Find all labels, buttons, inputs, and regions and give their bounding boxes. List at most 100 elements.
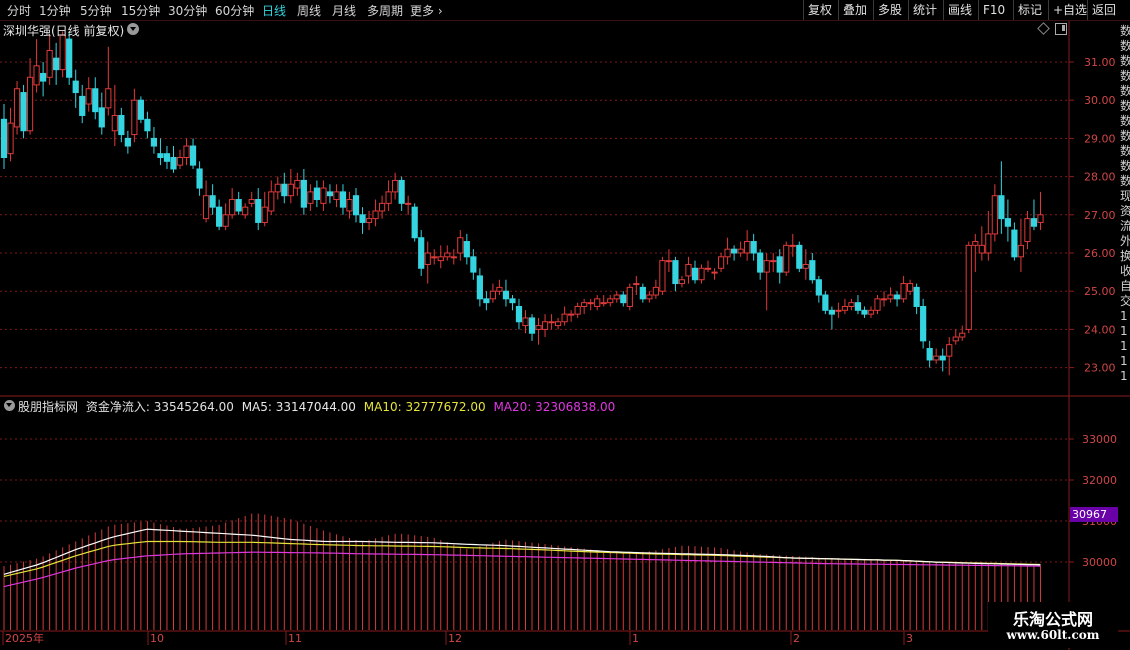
- candle-body: [496, 286, 503, 292]
- right-strip-char: 数: [1120, 114, 1130, 128]
- candle-body: [600, 302, 607, 305]
- candle-body: [874, 298, 881, 311]
- right-strip-char: 数: [1120, 129, 1130, 143]
- dropdown-icon[interactable]: [127, 23, 139, 35]
- candle-body: [933, 355, 940, 361]
- price-tick-label: 31.00: [1084, 56, 1116, 69]
- stock-title: 深圳华强(日线 前复权): [3, 24, 125, 38]
- candle-body: [1017, 244, 1025, 258]
- indicator-dropdown-icon[interactable]: [4, 400, 15, 411]
- candle-body: [405, 202, 412, 205]
- f10-button[interactable]: F10: [978, 0, 1009, 20]
- mark-button[interactable]: 标记: [1013, 0, 1046, 20]
- overlay-button[interactable]: 叠加: [838, 0, 871, 20]
- price-tick-label: 23.00: [1084, 362, 1116, 375]
- candle-body: [287, 183, 294, 197]
- date-label: 11: [288, 632, 302, 645]
- candle-body: [541, 321, 549, 330]
- candle-body: [85, 88, 92, 105]
- candle-body: [1004, 218, 1011, 227]
- tab-30min[interactable]: 30分钟: [168, 2, 207, 19]
- candle-body: [300, 179, 307, 208]
- candle-body: [242, 206, 249, 216]
- back-button[interactable]: 返回: [1087, 0, 1120, 20]
- candle-body: [437, 256, 444, 262]
- candle-body: [828, 309, 835, 315]
- candle-body: [581, 302, 588, 307]
- multi-stock-button[interactable]: 多股: [873, 0, 906, 20]
- candle-body: [313, 187, 320, 201]
- add-watchlist-button[interactable]: +自选: [1048, 0, 1091, 20]
- candle-body: [20, 92, 27, 132]
- candle-body: [365, 218, 373, 223]
- candle-body: [978, 244, 985, 254]
- candle-body: [959, 332, 966, 338]
- draw-line-button[interactable]: 画线: [943, 0, 976, 20]
- tab-multi-period[interactable]: 多周期: [367, 2, 403, 19]
- tab-5min[interactable]: 5分钟: [80, 2, 112, 19]
- price-tick-label: 28.00: [1084, 171, 1116, 184]
- statistics-button[interactable]: 统计: [908, 0, 941, 20]
- indicator-name[interactable]: 股朋指标网: [18, 400, 78, 414]
- candle-body: [418, 237, 425, 269]
- candle-body: [392, 179, 399, 193]
- candle-body: [587, 302, 594, 305]
- indicator-header: 股朋指标网 资金净流入: 33545264.00 MA5: 33147044.0…: [18, 398, 619, 415]
- candle-body: [561, 313, 568, 323]
- tab-15min[interactable]: 15分钟: [121, 2, 160, 19]
- candle-body: [13, 88, 21, 128]
- tab-60min[interactable]: 60分钟: [215, 2, 254, 19]
- date-label: 1: [632, 632, 639, 645]
- candle-body: [717, 256, 725, 269]
- tab-monthly[interactable]: 月线: [332, 2, 356, 19]
- candle-body: [359, 214, 366, 223]
- tab-intraday[interactable]: 分时: [7, 2, 31, 19]
- right-strip-char: 1: [1120, 309, 1128, 323]
- adjust-button[interactable]: 复权: [803, 0, 836, 20]
- candle-body: [724, 248, 731, 258]
- candle-body: [59, 34, 66, 71]
- candle-body: [594, 298, 601, 307]
- candle-body: [672, 260, 679, 285]
- candle-body: [489, 290, 497, 300]
- right-strip-char: 现: [1120, 189, 1130, 203]
- candle-body: [326, 191, 334, 197]
- tab-daily[interactable]: 日线: [262, 2, 286, 19]
- candle-body: [731, 248, 738, 254]
- candle-body: [835, 309, 842, 312]
- right-strip-char: 1: [1120, 369, 1128, 383]
- candle-body: [548, 321, 555, 324]
- indicator-tick-label: 30000: [1082, 556, 1117, 569]
- candle-body: [822, 294, 829, 311]
- candle-body: [698, 267, 705, 281]
- candle-body: [854, 302, 862, 311]
- candle-body: [737, 248, 744, 254]
- candle-body: [509, 298, 516, 304]
- layout-icon[interactable]: [1055, 23, 1067, 35]
- right-strip-char: 交: [1120, 294, 1130, 308]
- net-inflow-label: 资金净流入: 33545264.00: [85, 400, 234, 414]
- tab-weekly[interactable]: 周线: [297, 2, 321, 19]
- right-strip-char: 数: [1120, 159, 1130, 173]
- tab-more[interactable]: 更多 ›: [410, 2, 443, 19]
- candle-body: [124, 137, 131, 147]
- ma20-line: [3, 551, 1041, 588]
- candle-body: [985, 233, 992, 254]
- candle-body: [763, 260, 770, 273]
- right-strip-char: 自: [1120, 279, 1130, 293]
- candle-body: [607, 298, 614, 304]
- candle-body: [431, 256, 438, 259]
- candle-body: [476, 275, 483, 300]
- watermark-title: 乐淘公式网: [1012, 610, 1093, 629]
- candle-body: [972, 241, 979, 246]
- candle-body: [1024, 218, 1031, 243]
- candle-body: [678, 279, 686, 285]
- chart-canvas: 31.00 30.00 29.00 28.00 27.00 26.00 25.00 24.00…: [0, 20, 1130, 650]
- tab-1min[interactable]: 1分钟: [39, 2, 71, 19]
- candle-body: [235, 199, 242, 212]
- right-strip-char: 收: [1120, 264, 1130, 278]
- candle-body: [281, 183, 288, 197]
- candle-body: [515, 305, 523, 323]
- candle-body: [750, 241, 757, 254]
- candle-body: [783, 244, 790, 273]
